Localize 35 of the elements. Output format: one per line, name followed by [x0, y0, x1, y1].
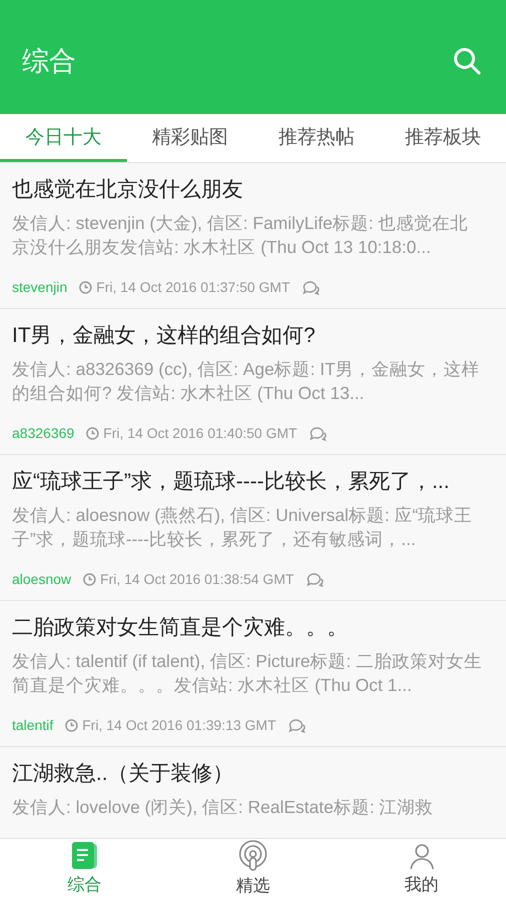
post-preview: 发信人: a8326369 (cc), 信区: Age标题: IT男，金融女，这样的组合如何? 发信站: 水木社区 (Thu Oct 13...	[12, 358, 480, 405]
post-card[interactable]: 二胎政策对女生简直是个灾难。。。 发信人: talentif (if talent), 信区: Picture标题: 二胎政策对女生简直是个灾难。。。发信站: 水木社区 (Thu Oct 1... talentif Fri, 14 Oct 2016 01:39:13 GMT	[0, 601, 506, 747]
post-title: 二胎政策对女生简直是个灾难。。。	[12, 615, 349, 641]
tab[interactable]: 精彩贴图	[126, 114, 253, 162]
comment-icon	[288, 718, 306, 732]
post-time: Fri, 14 Oct 2016 01:39:13 GMT	[82, 716, 276, 735]
post-preview: 发信人: stevenjin (大金), 信区: FamilyLife标题: 也感觉在北京没什么朋友发信站: 水木社区 (Thu Oct 13 10:18:0...	[12, 212, 470, 259]
comment-icon	[302, 280, 320, 294]
post-card[interactable]: 也感觉在北京没什么朋友 发信人: stevenjin (大金), 信区: FamilyLife标题: 也感觉在北京没什么朋友发信站: 水木社区 (Thu Oct 13 10:18:0... stevenjin Fri, 14 Oct 2016 01:37:50 GMT	[0, 163, 506, 309]
tab[interactable]: 推荐板块	[380, 114, 506, 162]
document-icon	[69, 841, 100, 872]
post-title: 江湖救急..（关于装修）	[12, 761, 235, 787]
header-title: 综合	[22, 44, 76, 78]
comment-icon	[306, 572, 324, 586]
post-title: 也感觉在北京没什么朋友	[12, 177, 244, 203]
clock-icon	[86, 427, 100, 440]
post-preview: 发信人: lovelove (闭关), 信区: RealEstate标题: 江湖救	[12, 796, 434, 819]
post-card[interactable]: IT男，金融女，这样的组合如何? 发信人: a8326369 (cc), 信区: Age标题: IT男，金融女，这样的组合如何? 发信站: 水木社区 (Thu Oct 13... a8326369 Fri, 14 Oct 2016 01:40:50 GMT	[0, 309, 506, 455]
post-card[interactable]: 江湖救急..（关于装修） 发信人: lovelove (闭关), 信区: RealEstate标题: 江湖救	[0, 747, 506, 838]
tab[interactable]: 推荐热帖	[253, 114, 380, 162]
clock-icon	[79, 281, 92, 294]
post-preview: 发信人: aloesnow (燕然石), 信区: Universal标题: 应“琉球王子”求，题琉球----比较长，累死了，还有敏感词，...	[12, 504, 474, 551]
clock-icon	[83, 573, 96, 586]
post-card[interactable]: 应“琉球王子”求，题琉球----比较长，累死了，... 发信人: aloesnow (燕然石), 信区: Universal标题: 应“琉球王子”求，题琉球----比较长，累死了，还有敏感词，... aloesnow Fri, 14 Oct 2016 01:38:54 GMT	[0, 455, 506, 601]
clock-icon	[65, 719, 78, 732]
nav-tab[interactable]: 综合	[0, 839, 169, 900]
comment-icon	[309, 426, 328, 440]
post-preview: 发信人: talentif (if talent), 信区: Picture标题: 二胎政策对女生简直是个灾难。。。发信站: 水木社区 (Thu Oct 1...	[12, 650, 483, 697]
nav-tab[interactable]: 我的	[337, 839, 506, 900]
post-title: IT男，金融女，这样的组合如何?	[12, 323, 316, 349]
post-time: Fri, 14 Oct 2016 01:37:50 GMT	[96, 278, 290, 297]
post-time: Fri, 14 Oct 2016 01:40:50 GMT	[103, 424, 298, 443]
post-time: Fri, 14 Oct 2016 01:38:54 GMT	[100, 570, 294, 589]
post-title: 应“琉球王子”求，题琉球----比较长，累死了，...	[12, 469, 450, 495]
nav-tab[interactable]: 精选	[168, 839, 338, 900]
